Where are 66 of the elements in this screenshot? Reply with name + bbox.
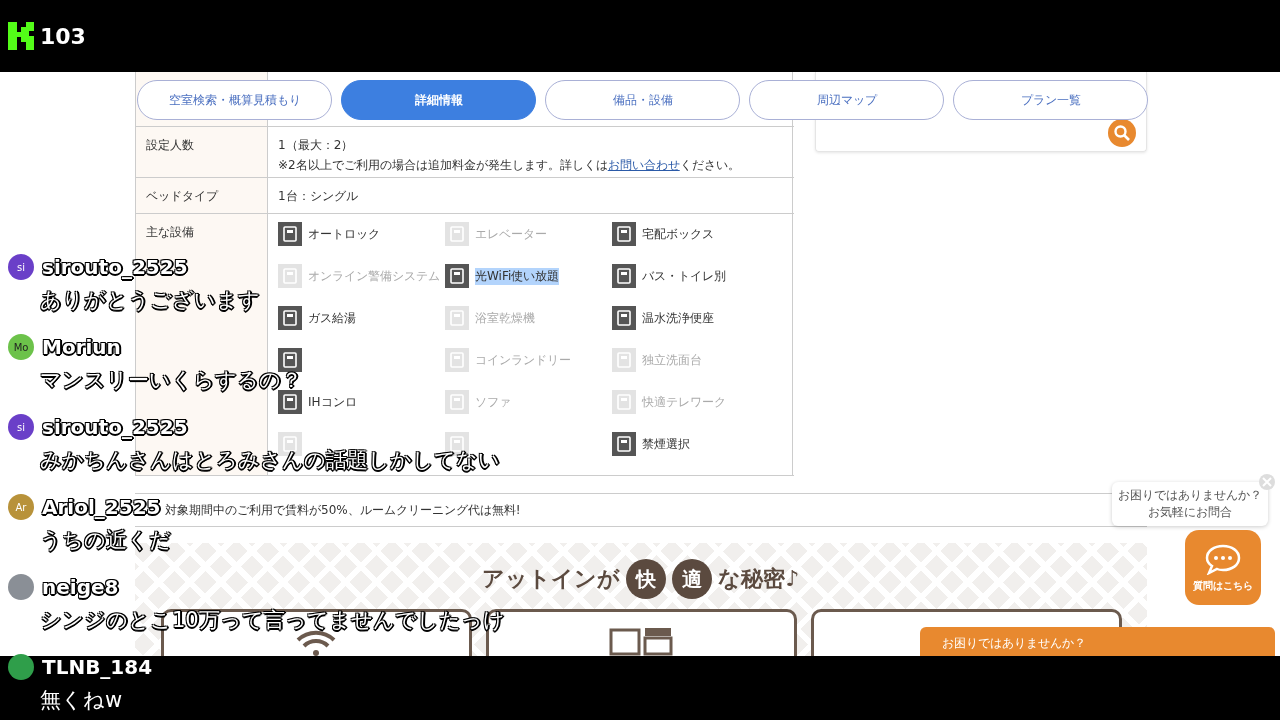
amenity-label: バス・トイレ別 [642, 267, 726, 285]
amenity-label: 温水洗浄便座 [642, 309, 714, 327]
chat-message: マンスリーいくらするの？ [40, 367, 302, 394]
amenity-icon [278, 222, 302, 246]
campaign-text: 対象期間中のご利用で賃料が50%、ルームクリーニング代は無料! [165, 501, 521, 519]
search-icon [1113, 124, 1131, 142]
speech-bubble-icon [1203, 542, 1243, 575]
bubble-text: お困りではありませんか？ [1118, 487, 1262, 504]
note-text: ※2名以上でご利用の場合は追加料金が発生します。詳しくはお問い合わせ ください。 [278, 157, 741, 174]
amenity-icon [445, 306, 469, 330]
amenity-label: ガス給湯 [308, 309, 356, 327]
amenity-label: IHコンロ [308, 393, 357, 411]
amenity-icon [612, 306, 636, 330]
chat-username: TLNB_184 [42, 655, 153, 679]
amenity-icon [445, 348, 469, 372]
amenity-label: オンライン警備システム [308, 267, 440, 285]
row-label: ベッドタイプ [146, 189, 218, 203]
chat-message: みかちんさんはとろみさんの話題しかしてない [40, 447, 500, 474]
amenity-label: 宅配ボックス [642, 225, 714, 243]
banner-kanji: 快 [626, 559, 667, 599]
amenity-icon [278, 306, 302, 330]
amenity-icon [612, 348, 636, 372]
chat-message: うちの近くだ [40, 527, 171, 554]
amenity-icon [612, 222, 636, 246]
chat-message: ありがとうございます [40, 287, 260, 314]
amenity-label: 禁煙選択 [642, 435, 690, 453]
banner-kanji: 適 [672, 559, 713, 599]
chat-username: sirouto_2525 [42, 255, 188, 279]
close-icon[interactable] [1259, 474, 1275, 490]
amenity-label: エレベーター [475, 225, 547, 243]
bubble-text: お気軽にお問合 [1148, 504, 1232, 521]
search-button[interactable] [1108, 119, 1136, 147]
row-value: 1台：シングル [278, 188, 359, 205]
amenity-label: 独立洗面台 [642, 351, 702, 369]
contact-link[interactable]: お問い合わせ [607, 158, 680, 172]
row-label: 主な設備 [146, 225, 194, 239]
amenity-label: オートロック [308, 225, 380, 243]
amenity-icon [612, 432, 636, 456]
amenity-icon [445, 390, 469, 414]
chat-username: neige8 [42, 575, 119, 599]
amenity-icon [612, 264, 636, 288]
viewer-count: 103 [40, 23, 86, 49]
chat-username: Moriun [42, 335, 121, 359]
amenity-label: ソファ [475, 393, 511, 411]
logo-icon [8, 22, 34, 50]
amenity-icon [445, 222, 469, 246]
amenity-label: 浴室乾燥機 [475, 309, 535, 327]
chat-username: Ariol_2525 [42, 495, 161, 519]
amenity-icon [278, 264, 302, 288]
nav-tab[interactable]: プラン一覧 [953, 80, 1148, 120]
nav-tab[interactable]: 空室検索・概算見積もり [137, 80, 332, 120]
banner-heading: アットインが [482, 565, 621, 593]
banner-heading: な秘密♪ [718, 565, 800, 593]
amenity-label: 快適テレワーク [642, 393, 726, 411]
nav-tab[interactable]: 備品・設備 [545, 80, 740, 120]
nav-tab[interactable]: 詳細情報 [341, 80, 536, 120]
row-label: 設定人数 [146, 138, 194, 152]
chat-message: 無くねw [40, 687, 123, 714]
nav-tab[interactable]: 周辺マップ [749, 80, 944, 120]
amenity-label: 光WiFi使い放題 [475, 267, 560, 285]
amenity-icon [612, 390, 636, 414]
amenity-icon [278, 390, 302, 414]
amenity-label: コインランドリー [475, 351, 571, 369]
amenity-icon [445, 264, 469, 288]
chat-username: sirouto_2525 [42, 415, 188, 439]
row-value: 1（最大：2） [278, 137, 355, 154]
